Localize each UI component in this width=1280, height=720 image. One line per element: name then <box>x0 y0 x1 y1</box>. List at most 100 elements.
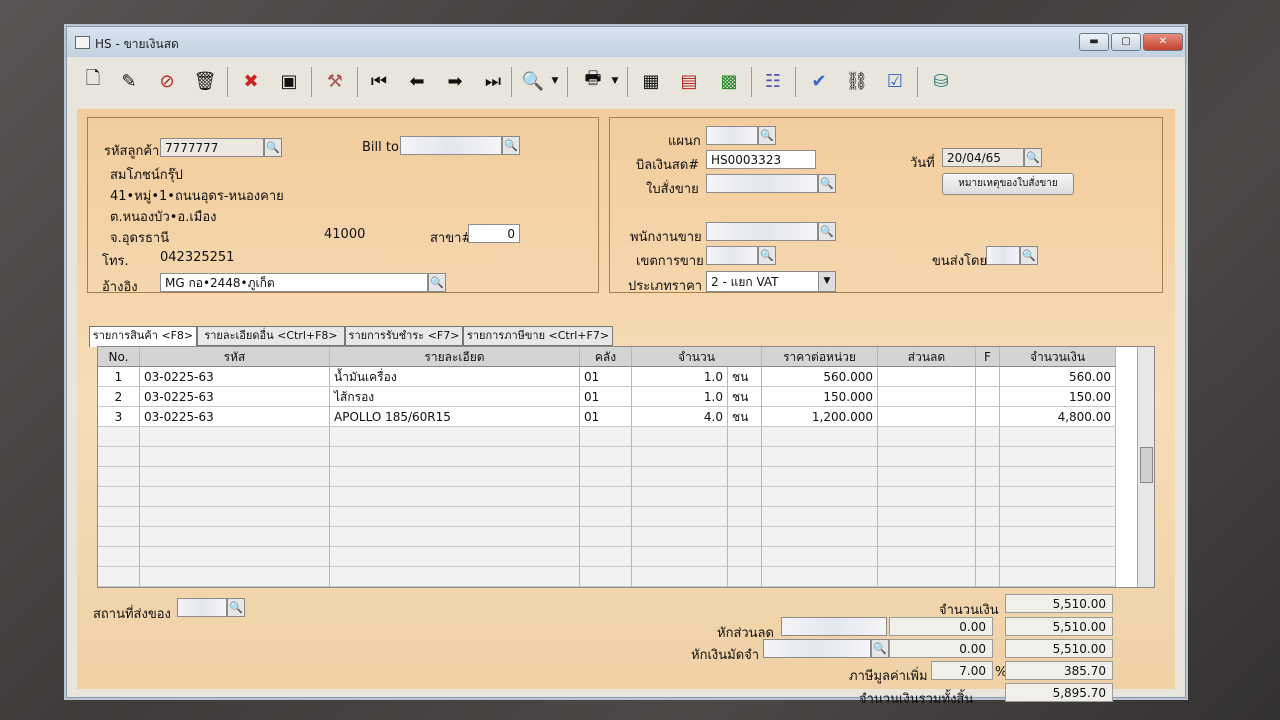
empty-grid-cell[interactable] <box>632 567 728 587</box>
grid-cell-wh[interactable]: 01 <box>580 367 632 387</box>
empty-grid-cell[interactable] <box>140 527 330 547</box>
empty-grid-cell[interactable] <box>1000 487 1116 507</box>
save-icon[interactable]: ▣ <box>275 67 303 95</box>
discount-field[interactable]: 0.00 <box>889 617 993 636</box>
grid-cell-desc[interactable]: น้ำมันเครื่อง <box>330 367 580 387</box>
empty-grid-cell[interactable] <box>140 567 330 587</box>
empty-grid-cell[interactable] <box>98 567 140 587</box>
search-icon[interactable]: 🔍 <box>264 138 282 157</box>
search-icon[interactable]: 🔍 <box>502 136 520 155</box>
database-icon[interactable]: ⛁ <box>927 67 955 95</box>
empty-grid-cell[interactable] <box>1000 527 1116 547</box>
empty-grid-cell[interactable] <box>580 487 632 507</box>
tab-payments[interactable]: รายการรับชำระ <F7> <box>345 326 463 346</box>
column-header[interactable]: รหัส <box>140 347 330 367</box>
empty-grid-cell[interactable] <box>728 507 762 527</box>
previous-record-icon[interactable]: ⬅ <box>403 67 431 95</box>
empty-grid-cell[interactable] <box>330 507 580 527</box>
empty-grid-cell[interactable] <box>1000 467 1116 487</box>
grid-cell-amount[interactable]: 150.00 <box>1000 387 1116 407</box>
empty-grid-cell[interactable] <box>878 447 976 467</box>
empty-grid-cell[interactable] <box>330 447 580 467</box>
grid-cell-qty[interactable]: 1.0 <box>632 387 728 407</box>
grid-cell-price[interactable]: 1,200.000 <box>762 407 878 427</box>
empty-grid-cell[interactable] <box>580 467 632 487</box>
column-header[interactable]: F <box>976 347 1000 367</box>
grid-cell-f[interactable] <box>976 407 1000 427</box>
empty-grid-cell[interactable] <box>728 547 762 567</box>
empty-grid-cell[interactable] <box>330 547 580 567</box>
sales-order-field[interactable] <box>706 174 818 193</box>
sales-area-field[interactable] <box>706 246 758 265</box>
empty-grid-cell[interactable] <box>632 487 728 507</box>
grid-cell-amount[interactable]: 4,800.00 <box>1000 407 1116 427</box>
grid-cell-f[interactable] <box>976 387 1000 407</box>
dropdown-arrow-icon[interactable]: ▼ <box>549 67 561 95</box>
calculator-icon[interactable]: ▩ <box>715 67 743 95</box>
cancel-document-icon[interactable]: ⊘ <box>153 67 181 95</box>
search-icon[interactable]: 🔍 <box>818 222 836 241</box>
empty-grid-cell[interactable] <box>98 447 140 467</box>
empty-grid-cell[interactable] <box>330 527 580 547</box>
empty-grid-cell[interactable] <box>140 447 330 467</box>
grid-cell-qty[interactable]: 1.0 <box>632 367 728 387</box>
empty-grid-cell[interactable] <box>1000 547 1116 567</box>
empty-grid-cell[interactable] <box>98 527 140 547</box>
deposit-field[interactable]: 0.00 <box>889 639 993 658</box>
tab-other-details[interactable]: รายละเอียดอื่น <Ctrl+F8> <box>197 326 345 346</box>
empty-grid-cell[interactable] <box>330 567 580 587</box>
column-header[interactable]: คลัง <box>580 347 632 367</box>
empty-grid-cell[interactable] <box>976 447 1000 467</box>
empty-grid-cell[interactable] <box>762 487 878 507</box>
empty-grid-cell[interactable] <box>98 427 140 447</box>
tab-items[interactable]: รายการสินค้า <F8> <box>89 326 197 347</box>
maximize-button[interactable]: ▢ <box>1111 33 1141 51</box>
grid-cell-desc[interactable]: ไส้กรอง <box>330 387 580 407</box>
grid-cell-code[interactable]: 03-0225-63 <box>140 367 330 387</box>
empty-grid-cell[interactable] <box>330 467 580 487</box>
minimize-button[interactable]: ▬ <box>1079 33 1109 51</box>
grid-cell-unit[interactable]: ชน <box>728 387 762 407</box>
ship-by-field[interactable] <box>986 246 1020 265</box>
ok-stamp-icon[interactable]: ☑ <box>881 67 909 95</box>
empty-grid-cell[interactable] <box>976 487 1000 507</box>
grid-cell-code[interactable]: 03-0225-63 <box>140 407 330 427</box>
empty-grid-cell[interactable] <box>976 527 1000 547</box>
scroll-thumb[interactable] <box>1140 447 1153 483</box>
close-button[interactable]: ✕ <box>1143 33 1183 51</box>
search-icon[interactable]: 🔍 <box>818 174 836 193</box>
empty-grid-cell[interactable] <box>632 547 728 567</box>
empty-grid-cell[interactable] <box>976 547 1000 567</box>
empty-grid-cell[interactable] <box>580 447 632 467</box>
empty-grid-cell[interactable] <box>580 427 632 447</box>
empty-grid-cell[interactable] <box>878 487 976 507</box>
report-icon[interactable]: ▤ <box>675 67 703 95</box>
search-icon[interactable]: 🔍 <box>227 598 245 617</box>
empty-grid-cell[interactable] <box>98 507 140 527</box>
document-list-icon[interactable]: ☷ <box>759 67 787 95</box>
grid-scrollbar[interactable] <box>1137 347 1154 587</box>
search-icon[interactable]: 🔍 <box>428 273 446 292</box>
empty-grid-cell[interactable] <box>1000 507 1116 527</box>
empty-grid-cell[interactable] <box>140 467 330 487</box>
ship-place-field[interactable] <box>177 598 227 617</box>
empty-grid-cell[interactable] <box>140 547 330 567</box>
empty-grid-cell[interactable] <box>330 487 580 507</box>
column-header[interactable]: จำนวน <box>632 347 762 367</box>
empty-grid-cell[interactable] <box>580 527 632 547</box>
search-icon[interactable]: 🔍 <box>1020 246 1038 265</box>
grid-cell-price[interactable]: 560.000 <box>762 367 878 387</box>
empty-grid-cell[interactable] <box>878 427 976 447</box>
empty-grid-cell[interactable] <box>728 467 762 487</box>
empty-grid-cell[interactable] <box>632 507 728 527</box>
vat-rate-field[interactable]: 7.00 <box>931 661 993 680</box>
ok-icon[interactable]: ✔ <box>805 67 833 95</box>
search-document-icon[interactable]: 🔍 <box>519 67 547 95</box>
edit-document-icon[interactable]: ✎ <box>115 67 143 95</box>
empty-grid-cell[interactable] <box>632 467 728 487</box>
empty-grid-cell[interactable] <box>762 567 878 587</box>
department-field[interactable] <box>706 126 758 145</box>
column-header[interactable]: ราคาต่อหน่วย <box>762 347 878 367</box>
empty-grid-cell[interactable] <box>98 487 140 507</box>
empty-grid-cell[interactable] <box>762 507 878 527</box>
